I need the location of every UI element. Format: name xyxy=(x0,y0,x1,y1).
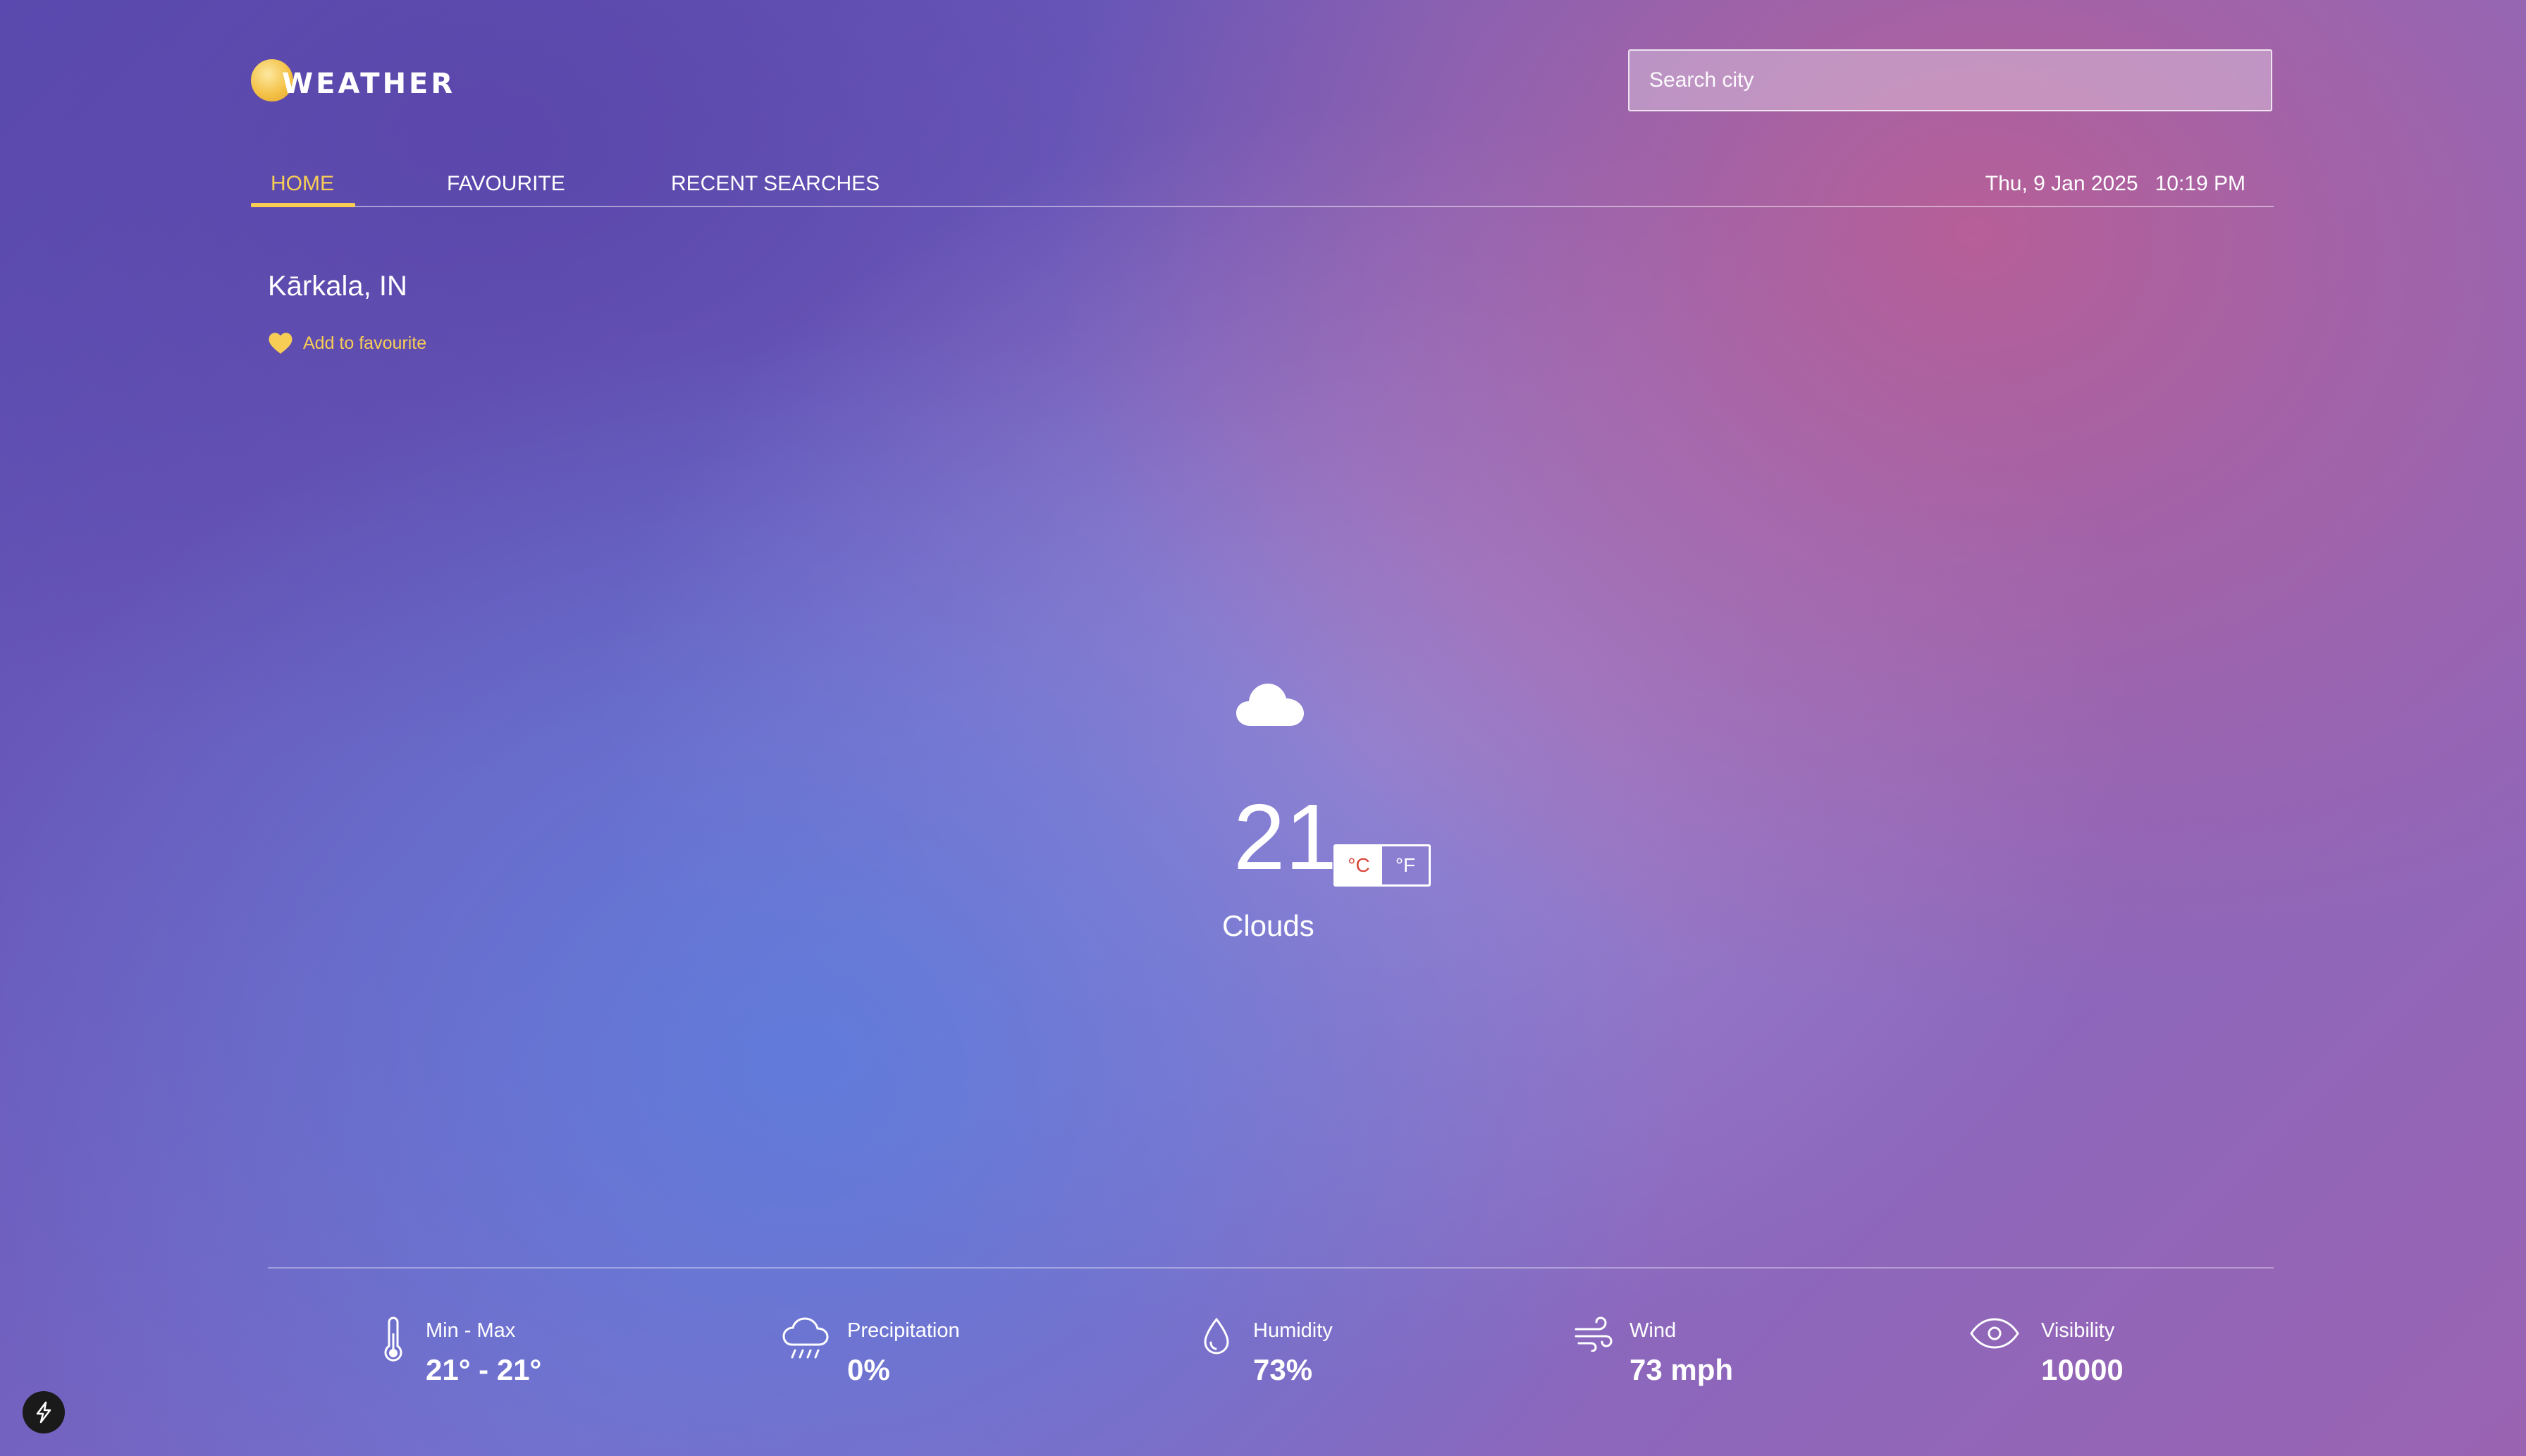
droplet-icon xyxy=(1204,1317,1229,1355)
app-logo[interactable]: WEATHER xyxy=(251,59,455,101)
stats-divider xyxy=(268,1267,2274,1269)
stat-value: 10000 xyxy=(2041,1353,2124,1386)
add-to-favourite-button[interactable]: Add to favourite xyxy=(268,331,426,355)
location-name: Kārkala, IN xyxy=(268,271,407,302)
stat-label: Visibility xyxy=(2041,1319,2115,1342)
unit-toggle: °C °F xyxy=(1333,844,1431,887)
tab-home[interactable]: HOME xyxy=(271,172,334,196)
lightning-bolt-icon xyxy=(36,1401,51,1424)
stat-label: Precipitation xyxy=(847,1319,960,1342)
current-weather: 21 °C °F Clouds xyxy=(1128,677,1431,958)
eye-icon xyxy=(1970,1318,2019,1349)
temperature-value: 21 xyxy=(1233,785,1337,889)
main-nav: HOME FAVOURITE RECENT SEARCHES Thu, 9 Ja… xyxy=(251,159,2274,207)
tab-favourite[interactable]: FAVOURITE xyxy=(447,172,565,196)
fahrenheit-button[interactable]: °F xyxy=(1382,846,1429,884)
celsius-button[interactable]: °C xyxy=(1336,846,1382,884)
dev-tools-button[interactable] xyxy=(23,1391,65,1433)
thermometer-icon xyxy=(384,1316,402,1362)
app-logo-text: WEATHER xyxy=(282,68,456,100)
current-time: 10:19 PM xyxy=(2155,172,2245,195)
stat-value: 73 mph xyxy=(1629,1353,1734,1386)
stat-label: Wind xyxy=(1629,1319,1677,1342)
current-date: Thu, 9 Jan 2025 xyxy=(1985,172,2138,195)
cloud-icon xyxy=(1236,684,1304,726)
add-to-favourite-label: Add to favourite xyxy=(303,333,427,353)
rain-cloud-icon xyxy=(782,1317,829,1359)
heart-icon xyxy=(269,333,292,354)
stat-label: Humidity xyxy=(1253,1319,1333,1342)
active-tab-indicator xyxy=(251,203,355,207)
current-datetime: Thu, 9 Jan 2025 10:19 PM xyxy=(1985,172,2245,196)
stat-value: 0% xyxy=(847,1353,890,1386)
search-city-input[interactable] xyxy=(1628,49,2272,111)
tab-recent-searches[interactable]: RECENT SEARCHES xyxy=(671,172,880,196)
stat-label: Min - Max xyxy=(426,1319,516,1342)
wind-icon xyxy=(1575,1316,1613,1352)
stat-value: 21° - 21° xyxy=(426,1353,542,1386)
weather-condition: Clouds xyxy=(1222,909,1314,942)
stat-value: 73% xyxy=(1253,1353,1313,1386)
